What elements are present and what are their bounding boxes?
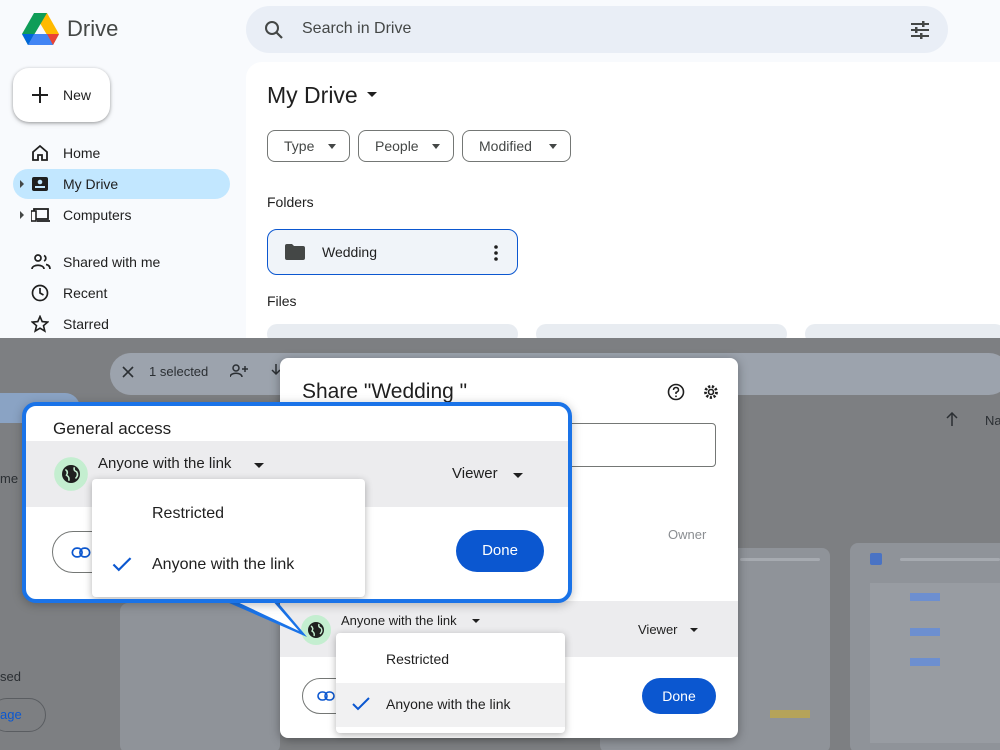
sidebar-item-recent[interactable]: Recent [13,278,230,308]
computers-icon [31,208,50,222]
menu-option-restricted[interactable]: Restricted [152,505,224,523]
sidebar-item-computers[interactable]: Computers [13,200,230,230]
star-icon [31,315,49,333]
drive-window: Drive Search in Drive New Home My Drive … [0,0,1000,338]
callout-role-dropdown[interactable]: Viewer [452,465,498,482]
new-button-label: New [63,87,92,103]
access-dropdown[interactable]: Anyone with the link [341,613,457,628]
search-options-icon[interactable] [910,20,930,40]
file-card[interactable] [536,324,787,338]
chevron-down-icon [549,144,557,149]
done-label: Done [662,688,696,704]
callout-heading: General access [53,419,172,438]
sidebar-item-label: Recent [63,285,108,301]
search-icon[interactable] [264,20,284,40]
sort-label: Na [985,413,1000,428]
chevron-down-icon[interactable] [254,463,264,468]
sidebar-item-label: Starred [63,316,109,332]
filter-label: People [375,138,419,154]
file-card[interactable] [267,324,518,338]
chevron-down-icon[interactable] [513,473,523,478]
doc-icon [870,553,882,565]
folder-icon [285,244,305,260]
new-button[interactable]: New [13,68,110,122]
bg-highlight [910,628,940,636]
bg-fragment: sed [0,669,21,684]
bg-line [900,558,1000,561]
bg-fragment: me [0,471,19,486]
sidebar-item-starred[interactable]: Starred [13,309,230,338]
sidebar-item-label: Home [63,145,101,161]
callout-done-button[interactable]: Done [456,530,544,572]
title-dropdown-icon[interactable] [367,92,377,97]
zoom-callout: General access Anyone with the link View… [22,402,572,603]
callout-access-dropdown[interactable]: Anyone with the link [98,455,231,472]
filter-label: Modified [479,138,532,154]
owner-label: Owner [668,527,707,542]
menu-option-anyone[interactable]: Anyone with the link [386,696,511,712]
share-dialog-scene: me sed age 1 selected Na Share "Wedding … [0,338,1000,750]
folders-heading: Folders [267,194,314,210]
file-card[interactable] [805,324,1000,338]
sidebar-item-my-drive[interactable]: My Drive [13,169,230,199]
bg-line [740,558,820,561]
expand-caret-icon[interactable] [20,211,24,219]
help-icon[interactable] [667,383,685,401]
sidebar-item-label: Computers [63,207,132,223]
app-name: Drive [67,16,119,41]
menu-option-anyone[interactable]: Anyone with the link [152,556,294,574]
filter-type[interactable]: Type [267,130,350,162]
drive-logo-icon[interactable] [22,13,59,45]
bg-highlight [910,658,940,666]
search-input[interactable]: Search in Drive [302,20,411,38]
check-icon [112,557,132,572]
done-label: Done [482,542,518,559]
sidebar-item-shared-with-me[interactable]: Shared with me [13,247,230,277]
access-menu: Restricted Anyone with the link [336,633,565,733]
chevron-down-icon [328,144,336,149]
link-icon [317,691,335,701]
filter-modified[interactable]: Modified [462,130,571,162]
folder-name: Wedding [322,244,378,260]
bg-highlight [770,710,810,718]
filter-people[interactable]: People [358,130,454,162]
my-drive-icon [32,177,48,191]
filter-label: Type [284,138,315,154]
folder-card[interactable]: Wedding [267,229,518,275]
callout-access-menu: Restricted Anyone with the link [92,479,365,597]
main-content [246,62,1000,338]
sidebar-item-home[interactable]: Home [13,138,230,168]
gear-icon[interactable] [702,383,720,401]
bg-highlight [910,593,940,601]
more-options-icon[interactable] [493,244,499,262]
shared-icon [31,254,51,270]
plus-icon [32,87,48,103]
bg-fragment: age [0,707,22,722]
add-person-icon[interactable] [230,364,248,378]
selection-count: 1 selected [149,364,209,379]
expand-caret-icon[interactable] [20,180,24,188]
clock-icon [31,284,49,302]
dialog-title: Share "Wedding " [302,380,468,403]
sidebar-item-label: Shared with me [63,254,161,270]
role-dropdown[interactable]: Viewer [638,622,678,637]
chevron-down-icon[interactable] [472,619,480,623]
close-icon[interactable] [122,366,134,378]
link-icon [71,547,91,558]
sort-arrow-icon[interactable] [946,412,958,426]
files-heading: Files [267,293,297,309]
check-icon [352,697,370,711]
page-title[interactable]: My Drive [267,82,358,109]
done-button[interactable]: Done [642,678,716,714]
chevron-down-icon[interactable] [690,628,698,632]
globe-icon [54,457,88,491]
chevron-down-icon [432,144,440,149]
menu-option-restricted[interactable]: Restricted [386,651,449,667]
home-icon [32,144,48,161]
sidebar-item-label: My Drive [63,176,119,192]
